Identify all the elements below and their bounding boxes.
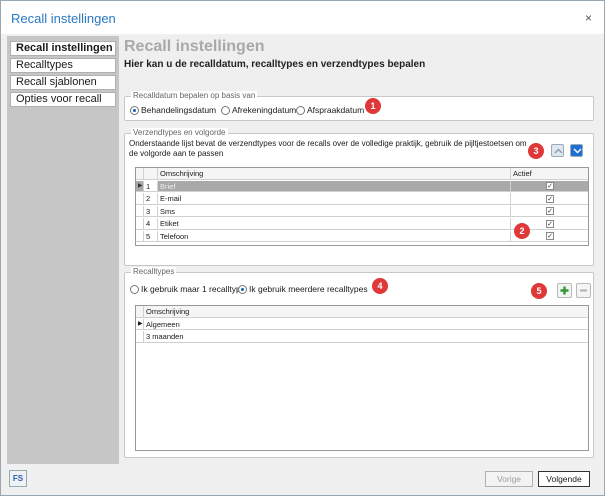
table-row[interactable]: 2 E-mail ✓ [136, 193, 588, 205]
window-title: Recall instellingen [11, 11, 116, 26]
row-description: Brief [158, 180, 511, 191]
radio-unselected-icon [221, 105, 230, 115]
recalldate-group: Recalldatum bepalen op basis van Behande… [124, 91, 594, 121]
radio-afrekeningdatum[interactable]: Afrekeningdatum [221, 105, 296, 115]
row-active: ✓ [511, 181, 588, 192]
indicator-header [136, 168, 144, 179]
row-pointer-icon: ▶ [136, 318, 144, 329]
description-header: Omschrijving [158, 168, 511, 179]
radio-single-recalltype[interactable]: Ik gebruik maar 1 recalltype [130, 284, 245, 294]
arrow-up-icon [554, 148, 563, 154]
table-row[interactable]: ▶ Algemeen [136, 318, 588, 330]
description-header: Omschrijving [146, 307, 190, 316]
table-row[interactable]: ▶ 1 Brief ✓ [136, 180, 588, 192]
checkmark-icon[interactable]: ✓ [546, 207, 554, 215]
add-recalltype-button[interactable] [557, 283, 572, 298]
checkmark-icon[interactable]: ✓ [546, 219, 554, 228]
num-header [144, 168, 158, 179]
previous-button[interactable]: Vorige [485, 471, 533, 487]
row-indicator [136, 230, 144, 241]
radio-label: Ik gebruik meerdere recalltypes [249, 284, 368, 294]
title-bar: Recall instellingen × [1, 1, 604, 34]
row-active: ✓ [511, 206, 588, 217]
row-num: 4 [144, 218, 158, 229]
row-description: E-mail [158, 193, 511, 204]
shipping-group: Verzendtypes en volgorde Onderstaande li… [124, 128, 594, 266]
radio-label: Afspraakdatum [307, 105, 365, 115]
table-row[interactable]: 3 maanden [136, 331, 588, 343]
main-panel: Recall instellingen Hier kan u de recall… [119, 36, 599, 464]
recalltypes-table: Omschrijving ▶ Algemeen 3 maanden [135, 305, 589, 451]
row-active: ✓ [511, 193, 588, 204]
app-logo: FS [9, 470, 27, 487]
next-button[interactable]: Volgende [538, 471, 590, 487]
radio-label: Ik gebruik maar 1 recalltype [141, 284, 246, 294]
radio-label: Afrekeningdatum [232, 105, 297, 115]
step-badge-2: 2 [514, 223, 530, 239]
sidebar-item-recalltypes[interactable]: Recalltypes [10, 58, 116, 73]
row-indicator [136, 218, 144, 229]
sidebar-item-recall-instellingen[interactable]: Recall instellingen [10, 41, 116, 56]
radio-behandelingsdatum[interactable]: Behandelingsdatum [130, 105, 216, 115]
radio-unselected-icon [130, 284, 139, 294]
row-num: 5 [144, 230, 158, 241]
sidebar-item-opties-voor-recall[interactable]: Opties voor recall [10, 92, 116, 107]
table-header: Omschrijving Actief [136, 168, 588, 180]
table-row[interactable]: 3 Sms ✓ [136, 205, 588, 217]
row-description: 3 maanden [146, 332, 184, 341]
plus-icon [560, 286, 569, 295]
row-description: Telefoon [158, 230, 511, 241]
recalltypes-legend: Recalltypes [131, 267, 177, 276]
row-pointer-icon: ▶ [136, 180, 144, 191]
row-indicator [136, 205, 144, 216]
recalltypes-group: Recalltypes Ik gebruik maar 1 recalltype… [124, 267, 594, 458]
radio-afspraakdatum[interactable]: Afspraakdatum [296, 105, 364, 115]
recalldate-legend: Recalldatum bepalen op basis van [131, 91, 258, 100]
radio-label: Behandelingsdatum [141, 105, 217, 115]
checkmark-icon[interactable]: ✓ [546, 232, 554, 240]
radio-multiple-recalltypes[interactable]: Ik gebruik meerdere recalltypes [238, 284, 368, 294]
row-num: 2 [144, 193, 158, 204]
step-badge-1: 1 [365, 98, 381, 114]
checkmark-icon[interactable]: ✓ [546, 182, 554, 190]
page-title: Recall instellingen [124, 38, 265, 55]
row-num: 3 [144, 205, 158, 216]
close-icon[interactable]: × [585, 11, 592, 25]
table-header: Omschrijving [136, 306, 588, 318]
step-badge-3: 3 [528, 143, 544, 159]
shipping-description: Onderstaande lijst bevat de verzendtypes… [129, 139, 527, 158]
move-up-button[interactable] [551, 144, 564, 157]
footer-bar: FS Vorige Volgende [1, 464, 604, 495]
arrow-down-icon [573, 148, 582, 154]
indicator-header [136, 306, 144, 317]
step-badge-4: 4 [372, 278, 388, 294]
radio-selected-icon [238, 284, 247, 294]
row-description: Etiket [158, 218, 511, 229]
move-down-button[interactable] [570, 144, 583, 157]
row-num: 1 [144, 180, 158, 191]
sidebar-item-recall-sjablonen[interactable]: Recall sjablonen [10, 75, 116, 90]
active-header: Actief [513, 169, 532, 178]
dialog-window: Recall instellingen × Recall instellinge… [0, 0, 605, 496]
minus-icon [580, 289, 587, 292]
step-badge-5: 5 [531, 283, 547, 299]
remove-recalltype-button[interactable] [576, 283, 591, 298]
checkmark-icon[interactable]: ✓ [546, 194, 554, 203]
row-indicator [136, 193, 144, 204]
row-indicator [136, 331, 144, 342]
page-subtitle: Hier kan u de recalldatum, recalltypes e… [124, 59, 426, 70]
row-description: Algemeen [146, 319, 180, 329]
sidebar: Recall instellingen Recalltypes Recall s… [7, 36, 119, 464]
radio-unselected-icon [296, 105, 305, 115]
shipping-legend: Verzendtypes en volgorde [131, 128, 228, 137]
row-description: Sms [158, 205, 511, 216]
radio-selected-icon [130, 105, 139, 115]
